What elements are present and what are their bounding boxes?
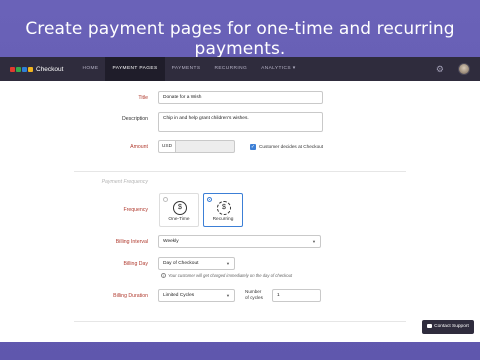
billing-duration-label: Billing Duration <box>113 293 148 299</box>
app-window: Checkout HOME PAYMENT PAGES PAYMENTS REC… <box>0 57 480 342</box>
settings-gear-icon[interactable]: ⚙ <box>436 64 444 74</box>
one-time-label: One-Time <box>168 217 190 222</box>
main-nav: HOME PAYMENT PAGES PAYMENTS RECURRING AN… <box>75 57 302 81</box>
customer-decides-checkbox[interactable]: ✓ <box>250 144 256 150</box>
billing-day-select[interactable]: Day of Checkout ▼ <box>158 257 235 270</box>
frequency-option-recurring[interactable]: $ Recurring <box>203 193 243 227</box>
cycles-label-line2: of cycles <box>245 295 263 300</box>
billing-duration-select[interactable]: Limited Cycles ▼ <box>158 289 235 302</box>
chat-bubble-icon <box>427 323 433 328</box>
billing-day-hint-text: Your customer will get charged immediate… <box>168 273 293 278</box>
amount-input[interactable] <box>176 140 235 153</box>
description-label: Description <box>122 116 148 122</box>
billing-day-value: Day of Checkout <box>163 261 199 266</box>
number-of-cycles-input[interactable]: 1 <box>272 289 321 302</box>
nav-recurring[interactable]: RECURRING <box>207 57 254 81</box>
title-input[interactable]: Donate for a Wish <box>158 91 323 104</box>
frequency-label: Frequency <box>123 207 148 213</box>
one-time-radio[interactable] <box>163 197 168 202</box>
billing-day-label: Billing Day <box>123 261 148 267</box>
nav-payment-pages[interactable]: PAYMENT PAGES <box>105 57 165 81</box>
chevron-down-icon: ▼ <box>226 293 230 298</box>
payment-frequency-heading: Payment Frequency <box>101 179 148 185</box>
user-avatar[interactable] <box>458 63 470 75</box>
description-textarea[interactable]: Chip in and help grant children's wishes… <box>158 112 323 132</box>
billing-interval-value: Weekly <box>163 239 179 244</box>
payment-page-form: Title Donate for a Wish Description Chip… <box>0 81 480 342</box>
amount-label: Amount <box>130 144 148 150</box>
section-divider <box>74 171 406 172</box>
contact-support-label: Contact Support <box>434 324 469 329</box>
app-logo[interactable]: Checkout <box>10 66 63 73</box>
number-of-cycles-label: Number of cycles <box>245 289 263 301</box>
zoho-logo-icon <box>10 66 33 72</box>
top-navigation-bar: Checkout HOME PAYMENT PAGES PAYMENTS REC… <box>0 57 480 81</box>
billing-interval-label: Billing Interval <box>115 239 148 245</box>
frequency-option-one-time[interactable]: $ One-Time <box>159 193 199 227</box>
recurring-radio[interactable] <box>207 197 212 202</box>
billing-duration-value: Limited Cycles <box>163 293 195 298</box>
info-icon: i <box>161 273 166 279</box>
currency-code: USD <box>158 140 176 153</box>
chevron-down-icon: ▼ <box>226 261 230 266</box>
promo-headline: Create payment pages for one-time and re… <box>25 19 455 59</box>
billing-day-hint: i Your customer will get charged immediat… <box>161 273 293 279</box>
nav-payments[interactable]: PAYMENTS <box>165 57 208 81</box>
logo-text: Checkout <box>36 65 64 73</box>
recurring-label: Recurring <box>212 217 234 222</box>
recurring-coin-icon: $ <box>217 201 231 215</box>
dollar-coin-icon: $ <box>173 201 187 215</box>
chevron-down-icon: ▼ <box>312 239 316 244</box>
billing-interval-select[interactable]: Weekly ▼ <box>158 235 321 248</box>
nav-analytics[interactable]: ANALYTICS ▾ <box>254 57 302 81</box>
section-divider <box>74 321 406 322</box>
title-label: Title <box>138 95 148 101</box>
customer-decides-label: Customer decides at Checkout <box>259 144 324 149</box>
contact-support-button[interactable]: Contact Support <box>422 320 474 334</box>
nav-home[interactable]: HOME <box>75 57 105 81</box>
